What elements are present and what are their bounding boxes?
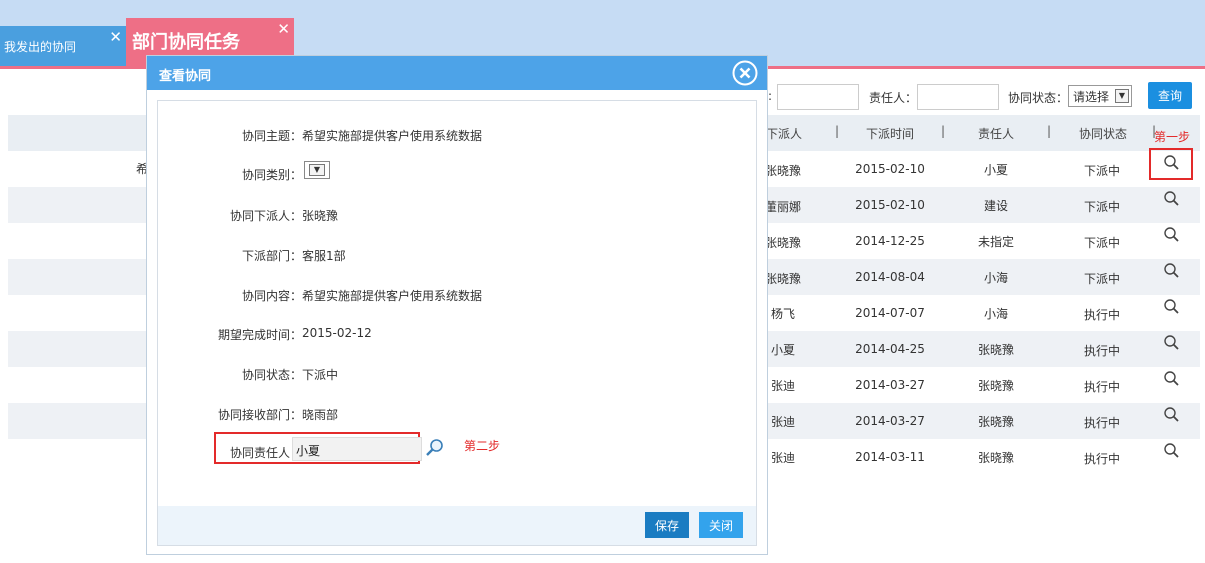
search-icon[interactable] xyxy=(424,437,446,459)
row-date: 2014-07-07 xyxy=(855,306,925,320)
view-detail-icon[interactable] xyxy=(1162,333,1182,353)
row-responsible: 未指定 xyxy=(977,235,1014,249)
row-assigner: 张晓豫 xyxy=(764,164,801,178)
step-one-highlight-box xyxy=(1149,148,1193,180)
dialog-body: 协同主题： 希望实施部提供客户使用系统数据 协同类别： ▼ 协同下派人： 张晓豫… xyxy=(157,100,757,546)
column-header-status: 协同状态 xyxy=(1078,127,1127,141)
receiving-dept-label: 协同接收部门： xyxy=(217,408,302,422)
subject-value: 希望实施部提供客户使用系统数据 xyxy=(302,129,483,143)
column-separator: | xyxy=(941,124,946,138)
view-collab-dialog: 查看协同 协同主题： 希望实施部提供客户使用系统数据 协同类别： ▼ 协同下派人… xyxy=(146,55,768,555)
column-header-assign-date: 下派时间 xyxy=(865,127,914,141)
responsible-filter-input[interactable] xyxy=(917,84,999,110)
assigner-filter-input[interactable] xyxy=(777,84,859,110)
row-assigner: 张晓豫 xyxy=(764,236,801,250)
row-date: 2014-03-27 xyxy=(855,378,925,392)
content-value: 希望实施部提供客户使用系统数据 xyxy=(302,289,483,303)
view-detail-icon[interactable] xyxy=(1162,369,1182,389)
status-label: 协同状态： xyxy=(241,368,302,382)
row-assigner: 张迪 xyxy=(770,379,795,393)
view-detail-icon[interactable] xyxy=(1162,441,1182,461)
save-button[interactable]: 保存 xyxy=(645,512,689,538)
close-button[interactable]: 关闭 xyxy=(699,512,743,538)
responsible-input[interactable]: 小夏 xyxy=(292,437,422,461)
row-status: 执行中 xyxy=(1083,308,1120,322)
query-button[interactable]: 查询 xyxy=(1148,82,1192,109)
row-responsible: 小海 xyxy=(983,271,1008,285)
row-assigner: 杨飞 xyxy=(770,307,795,321)
row-assigner: 张迪 xyxy=(770,415,795,429)
row-date: 2015-02-10 xyxy=(855,198,925,212)
row-date: 2014-03-11 xyxy=(855,450,925,464)
view-detail-icon[interactable] xyxy=(1162,405,1182,425)
column-separator: | xyxy=(1047,124,1052,138)
column-separator: | xyxy=(835,124,840,138)
row-status: 执行中 xyxy=(1083,416,1120,430)
close-icon[interactable]: ✕ xyxy=(109,28,122,46)
row-date: 2014-08-04 xyxy=(855,270,925,284)
row-responsible: 小海 xyxy=(983,307,1008,321)
due-date-label: 期望完成时间： xyxy=(217,328,302,342)
dialog-title: 查看协同 xyxy=(159,69,212,84)
tab-dept-collab-task-label: 部门协同任务 xyxy=(132,32,240,53)
row-responsible: 小夏 xyxy=(983,163,1008,177)
view-detail-icon[interactable] xyxy=(1162,261,1182,281)
row-date: 2015-02-10 xyxy=(855,162,925,176)
row-status: 执行中 xyxy=(1083,344,1120,358)
tab-my-sent-collab-label: 我发出的协同 xyxy=(4,40,77,54)
row-status: 下派中 xyxy=(1083,272,1120,286)
row-status: 执行中 xyxy=(1083,380,1120,394)
chevron-down-icon: ▼ xyxy=(1115,89,1129,103)
row-responsible: 张晓豫 xyxy=(977,343,1014,357)
row-responsible: 张晓豫 xyxy=(977,379,1014,393)
status-filter-label: 协同状态： xyxy=(1008,91,1069,105)
column-header-assigner: 下派人 xyxy=(766,127,803,141)
column-header-responsible: 责任人 xyxy=(977,127,1014,141)
row-date: 2014-12-25 xyxy=(855,234,925,248)
dept-value: 客服1部 xyxy=(302,249,346,263)
close-icon[interactable]: ✕ xyxy=(277,20,290,38)
status-value: 下派中 xyxy=(302,368,339,382)
view-detail-icon[interactable] xyxy=(1162,297,1182,317)
dept-label: 下派部门： xyxy=(241,249,302,263)
assigner-filter-label: : xyxy=(768,89,773,103)
type-label: 协同类别： xyxy=(241,168,302,182)
due-date-value: 2015-02-12 xyxy=(302,326,372,340)
content-label: 协同内容： xyxy=(241,289,302,303)
status-filter-select[interactable]: 请选择 ▼ xyxy=(1068,85,1132,107)
row-responsible: 张晓豫 xyxy=(977,451,1014,465)
responsible-label: 协同责任人： xyxy=(229,446,302,460)
row-status: 下派中 xyxy=(1083,236,1120,250)
row-assigner: 张迪 xyxy=(770,451,795,465)
chevron-down-icon: ▼ xyxy=(309,164,325,176)
row-assigner: 董丽娜 xyxy=(764,200,801,214)
dialog-header: 查看协同 xyxy=(147,56,767,90)
assigner-value: 张晓豫 xyxy=(302,209,339,223)
view-detail-icon[interactable] xyxy=(1162,189,1182,209)
row-date: 2014-03-27 xyxy=(855,414,925,428)
tab-my-sent-collab[interactable]: 我发出的协同 ✕ xyxy=(0,26,126,66)
step-two-annotation: 第二步 xyxy=(464,439,501,453)
view-detail-icon[interactable] xyxy=(1162,225,1182,245)
responsible-filter-label: 责任人： xyxy=(869,91,918,105)
close-circle-icon[interactable] xyxy=(732,60,758,86)
status-filter-value: 请选择 xyxy=(1073,90,1110,104)
row-date: 2014-04-25 xyxy=(855,342,925,356)
row-assigner: 小夏 xyxy=(770,343,795,357)
row-responsible: 建设 xyxy=(983,199,1008,213)
row-responsible: 张晓豫 xyxy=(977,415,1014,429)
row-status: 执行中 xyxy=(1083,452,1120,466)
row-status: 下派中 xyxy=(1083,164,1120,178)
row-status: 下派中 xyxy=(1083,200,1120,214)
step-one-annotation: 第一步 xyxy=(1154,130,1191,144)
subject-label: 协同主题： xyxy=(241,129,302,143)
assigner-label: 协同下派人： xyxy=(229,209,302,223)
row-assigner: 张晓豫 xyxy=(764,272,801,286)
type-select[interactable]: ▼ xyxy=(304,161,330,179)
responsible-input-value: 小夏 xyxy=(296,444,321,458)
receiving-dept-value: 晓雨部 xyxy=(302,408,339,422)
